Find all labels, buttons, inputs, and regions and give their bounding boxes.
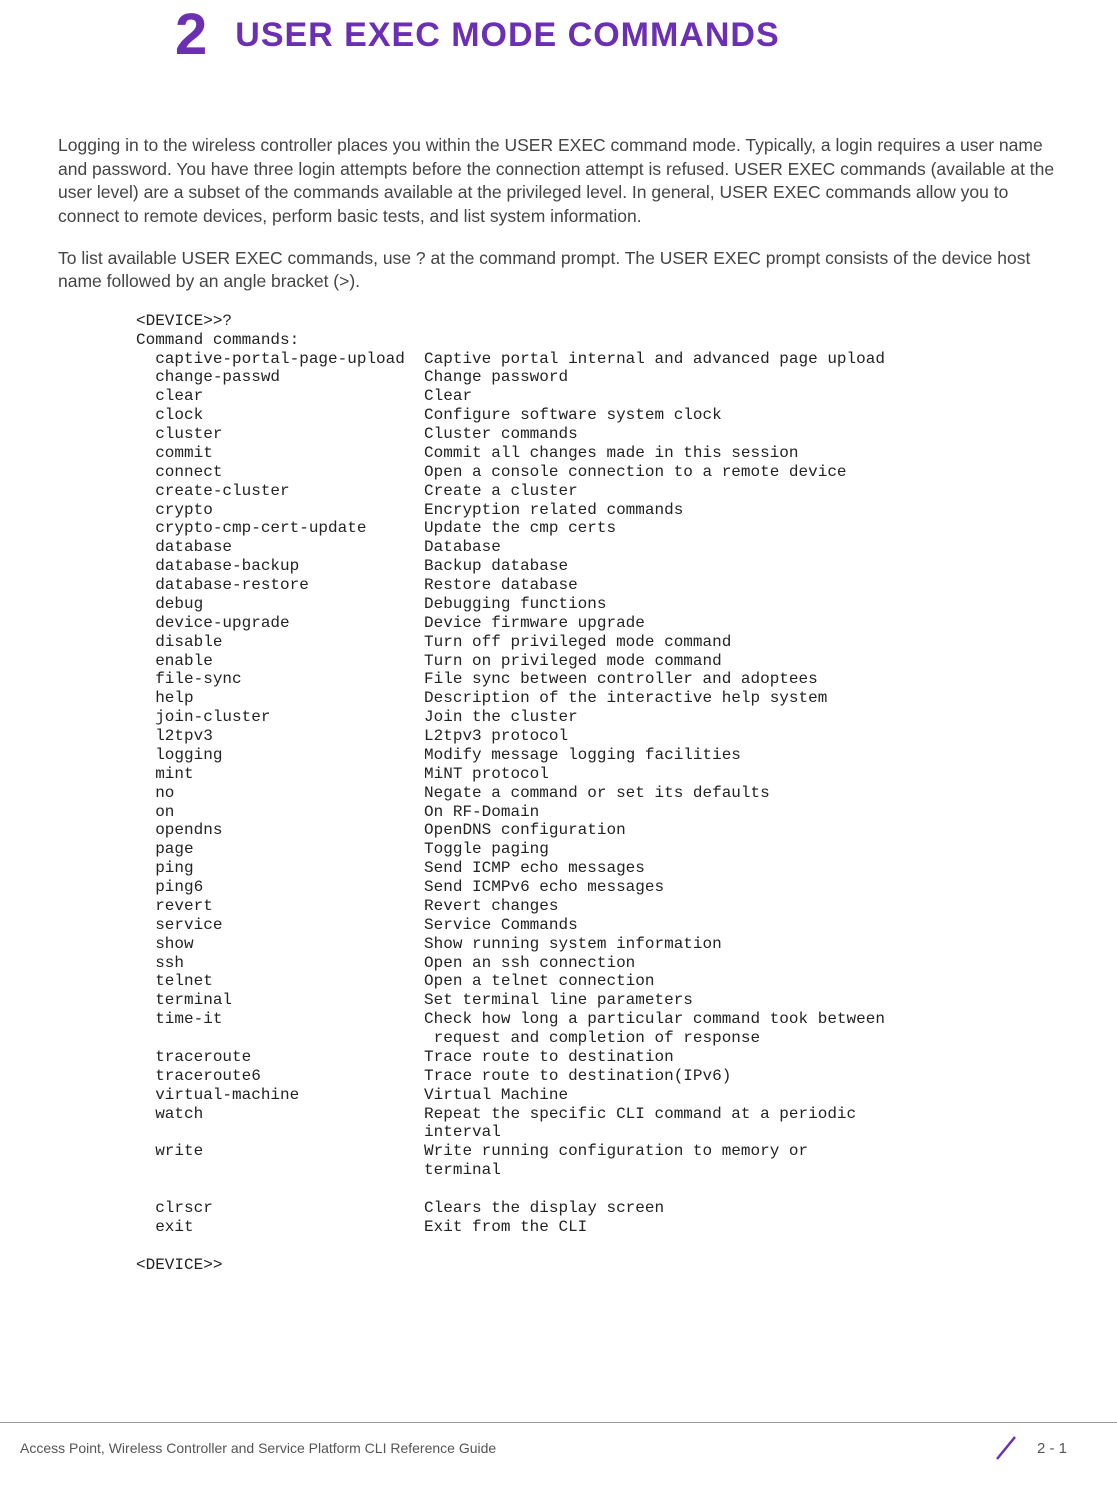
footer-title: Access Point, Wireless Controller and Se… [20, 1440, 496, 1456]
slash-icon [991, 1433, 1021, 1463]
intro-paragraph-1: Logging in to the wireless controller pl… [58, 134, 1067, 229]
intro-paragraph-2: To list available USER EXEC commands, us… [58, 247, 1067, 294]
page-number: 2 - 1 [1037, 1440, 1067, 1457]
cli-output: <DEVICE>>? Command commands: captive-por… [136, 312, 1067, 1275]
chapter-title: USER EXEC MODE COMMANDS [235, 16, 779, 55]
footer-right: 2 - 1 [991, 1433, 1067, 1463]
page-footer: Access Point, Wireless Controller and Se… [0, 1422, 1117, 1463]
chapter-header: 2 USER EXEC MODE COMMANDS [0, 0, 1117, 64]
chapter-number: 2 [175, 6, 207, 64]
body-content: Logging in to the wireless controller pl… [0, 64, 1117, 1274]
